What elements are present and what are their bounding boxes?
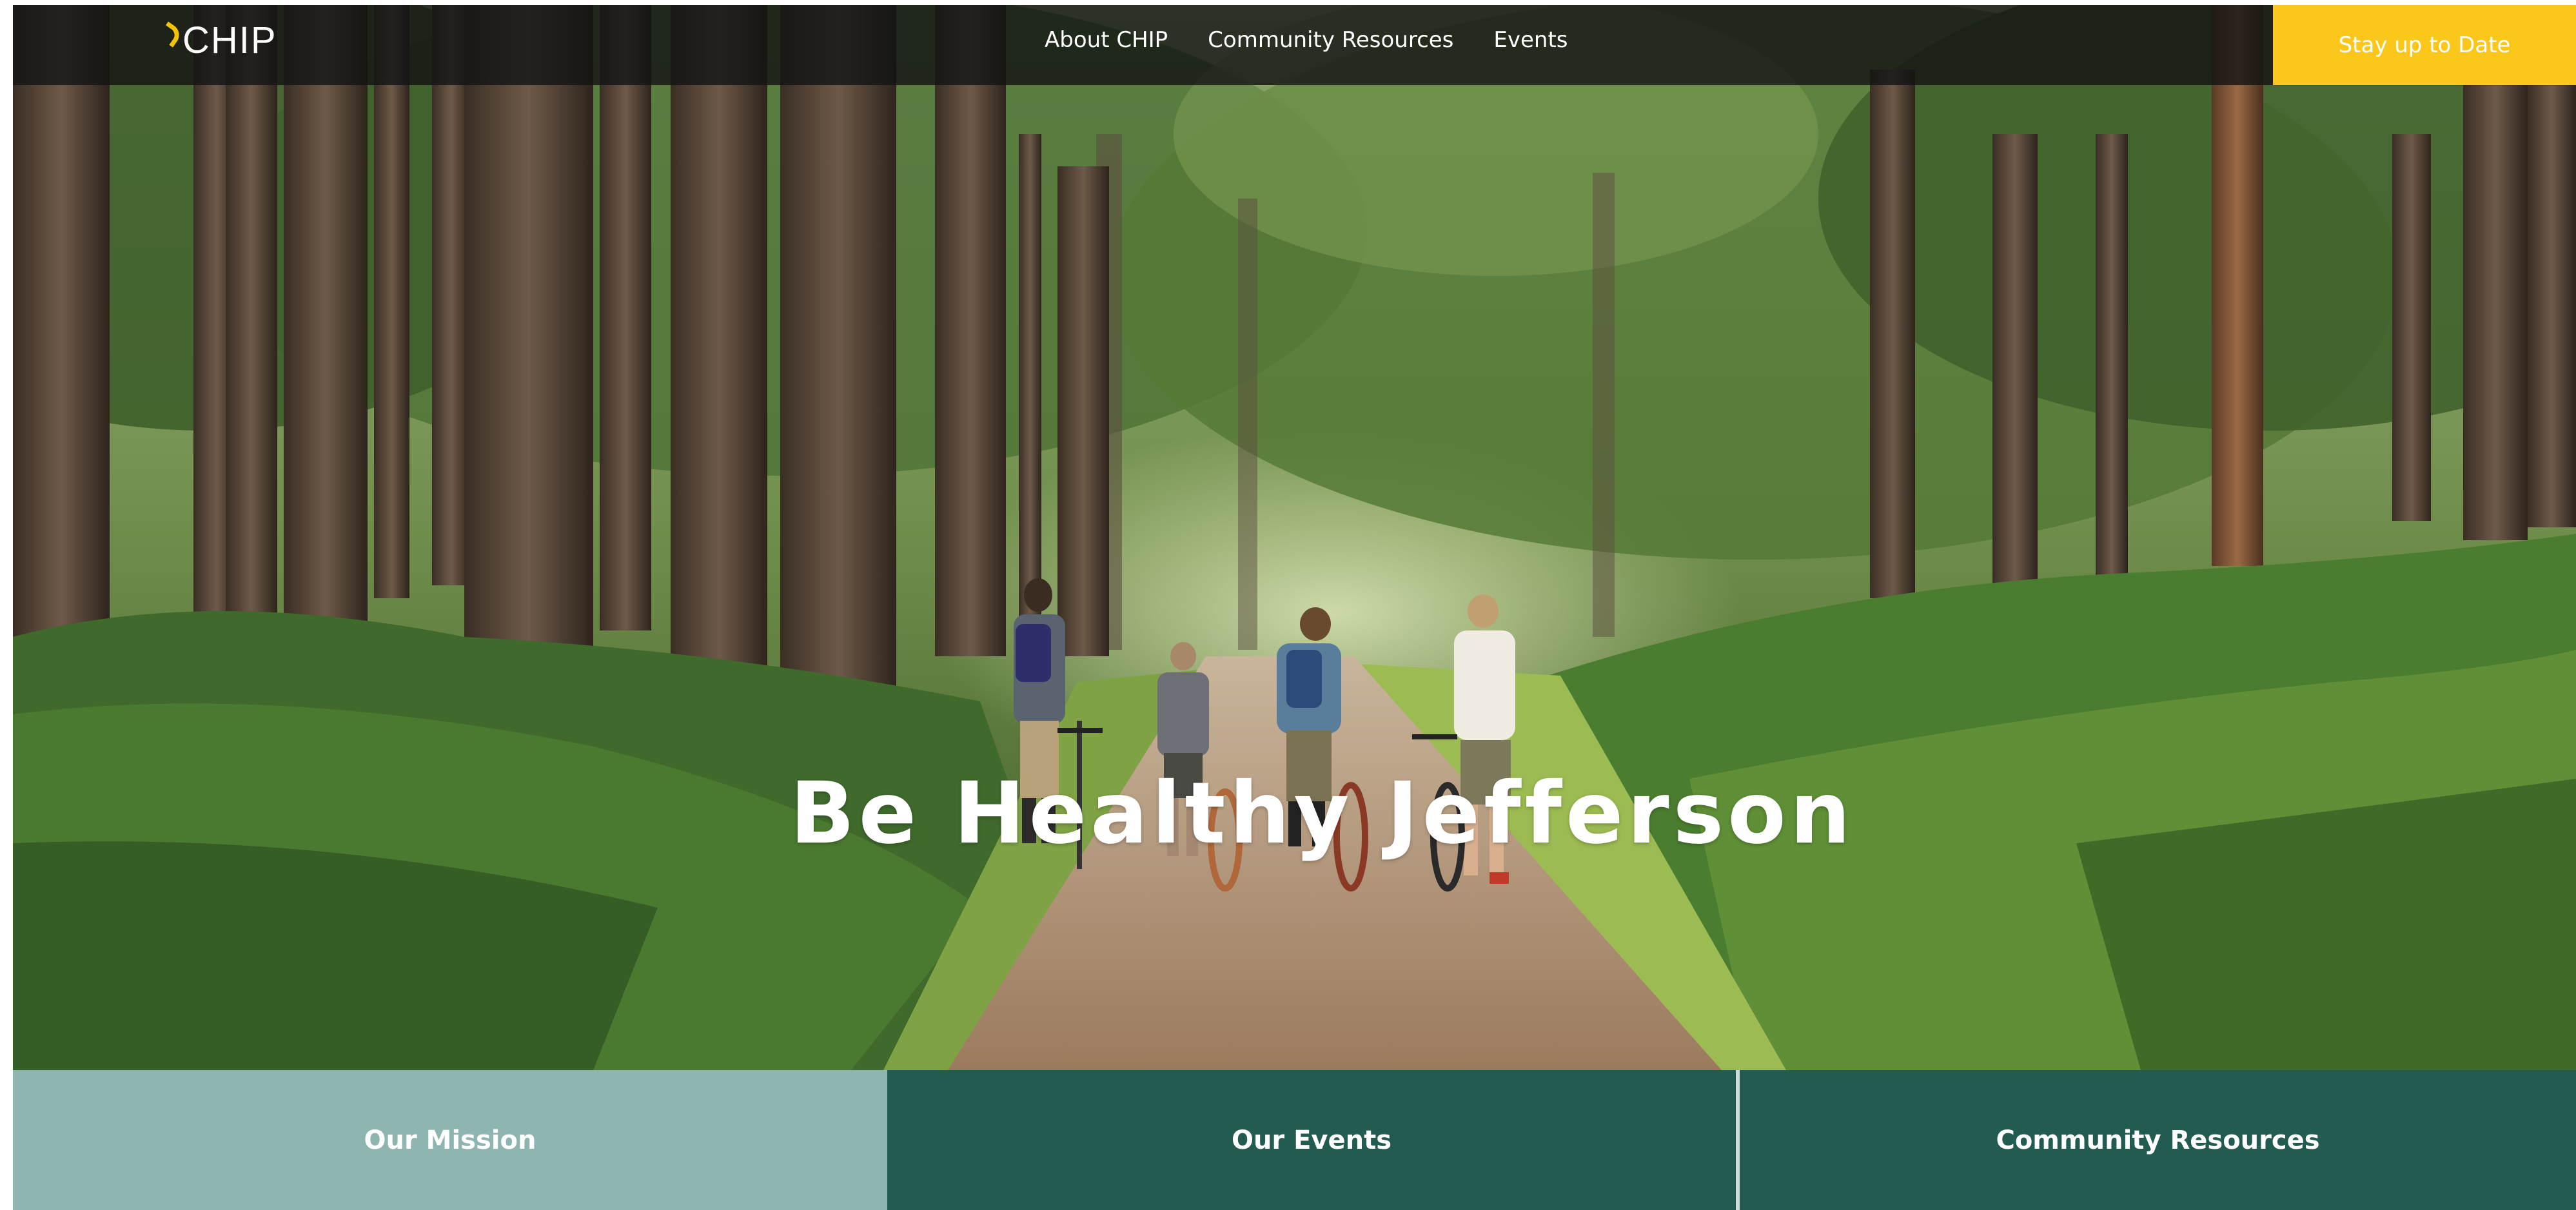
nav-link-events[interactable]: Events	[1493, 27, 1568, 53]
hero-image	[13, 5, 2576, 1070]
hero-headline: Be Healthy Jefferson	[790, 764, 1854, 863]
logo-text: CHIP	[182, 19, 277, 61]
chip-logo[interactable]: CHIP	[157, 19, 277, 61]
panel-our-mission[interactable]: Our Mission	[13, 1070, 887, 1210]
nav-links: About CHIP Community Resources Events	[1045, 0, 1608, 80]
panel-our-mission-label: Our Mission	[364, 1125, 536, 1155]
forest-illustration	[13, 5, 2576, 1070]
feature-panels: Our Mission Our Events Community Resourc…	[13, 1070, 2576, 1210]
panel-our-events-label: Our Events	[1231, 1125, 1392, 1155]
stay-up-to-date-button[interactable]: Stay up to Date	[2273, 5, 2576, 85]
nav-link-community-resources[interactable]: Community Resources	[1208, 27, 1453, 53]
page: CHIP About CHIP Community Resources Even…	[0, 0, 2576, 1210]
logo-arc-icon	[157, 21, 184, 48]
panel-community-resources-label: Community Resources	[1996, 1125, 2320, 1155]
panel-community-resources[interactable]: Community Resources	[1740, 1070, 2576, 1210]
panel-our-events[interactable]: Our Events	[887, 1070, 1740, 1210]
nav-link-about-chip[interactable]: About CHIP	[1045, 27, 1168, 53]
